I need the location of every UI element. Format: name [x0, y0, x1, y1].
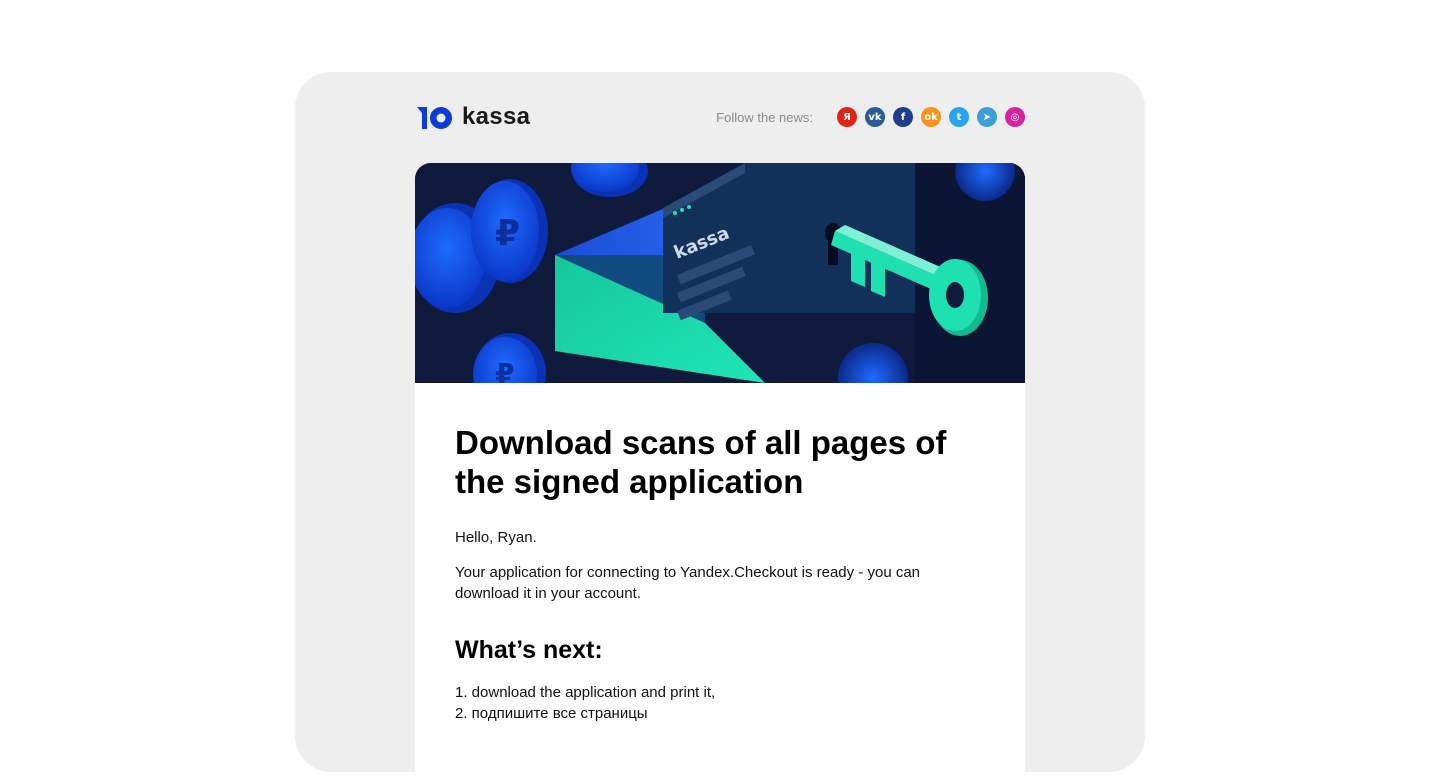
yandex-icon[interactable]: Я [837, 107, 857, 127]
hero-banner-illustration: ₽ ₽ kassa [415, 163, 1025, 383]
email-frame: kassa Follow the news: Я vk f ok t ➤ ◎ ₽… [295, 72, 1145, 783]
logo-text: kassa [462, 103, 531, 130]
email-card: ₽ ₽ kassa Download scans of all pages of… [415, 163, 1025, 783]
vk-icon[interactable]: vk [865, 107, 885, 127]
instagram-icon[interactable]: ◎ [1005, 107, 1025, 127]
email-title: Download scans of all pages of the signe… [455, 424, 947, 500]
next-steps-heading: What’s next: [455, 636, 603, 664]
svg-text:₽: ₽ [495, 357, 514, 383]
svg-text:₽: ₽ [495, 213, 520, 254]
kassa-logo[interactable]: kassa [415, 102, 530, 132]
twitter-icon[interactable]: t [949, 107, 969, 127]
facebook-icon[interactable]: f [893, 107, 913, 127]
next-steps-list: 1. download the application and print it… [455, 682, 985, 724]
telegram-icon[interactable]: ➤ [977, 107, 997, 127]
ruble-coin-icon: ₽ [471, 179, 548, 283]
social-label: Follow the news: [716, 109, 813, 125]
social-links: Follow the news: Я vk f ok t ➤ ◎ [716, 107, 1025, 127]
list-item: 1. download the application and print it… [455, 684, 716, 701]
list-item: 2. подпишите все страницы [455, 705, 648, 722]
kassa-logo-icon [417, 107, 452, 129]
email-content: Download scans of all pages of the signe… [455, 423, 985, 724]
greeting-text: Hello, Ryan. [455, 529, 537, 546]
odnoklassniki-icon[interactable]: ok [921, 107, 941, 127]
email-header: kassa Follow the news: Я vk f ok t ➤ ◎ [415, 102, 1025, 132]
body-text: Your application for connecting to Yande… [455, 564, 921, 602]
